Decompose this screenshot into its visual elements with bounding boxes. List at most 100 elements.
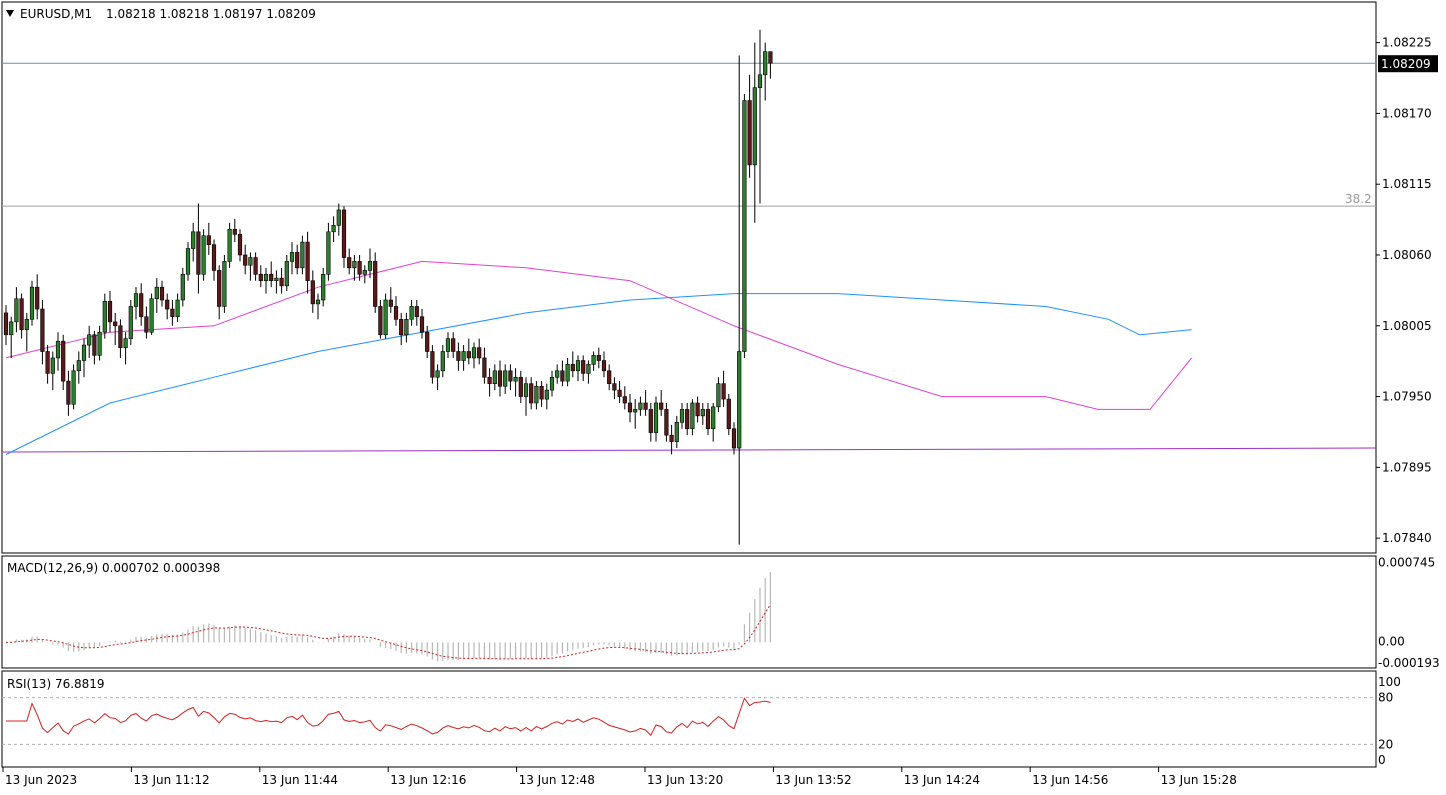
candle-bear bbox=[768, 51, 773, 64]
candle-bull bbox=[763, 51, 768, 76]
candle-bull bbox=[752, 87, 757, 166]
candle-bull bbox=[201, 235, 206, 275]
candle-bull bbox=[404, 319, 409, 336]
candle-bear bbox=[61, 340, 66, 382]
price-tick-label: 1.08115 bbox=[1382, 177, 1432, 191]
candle-bull bbox=[248, 257, 253, 266]
candle-bear bbox=[607, 370, 612, 384]
time-tick-label: 13 Jun 15:28 bbox=[1161, 773, 1237, 787]
candle-bull bbox=[638, 402, 643, 410]
candle-bear bbox=[721, 383, 726, 400]
price-tick-label: 1.08060 bbox=[1382, 248, 1432, 262]
candle-bear bbox=[269, 273, 274, 282]
candle bbox=[742, 94, 747, 358]
time-tick-label: 13 Jun 12:48 bbox=[519, 773, 595, 787]
candle-bear bbox=[596, 355, 601, 361]
time-tick-label: 13 Jun 2023 bbox=[5, 773, 77, 787]
candle-bull bbox=[362, 270, 367, 275]
candle-bear bbox=[664, 409, 669, 436]
rsi-tick-label: 20 bbox=[1378, 737, 1393, 751]
time-tick-label: 13 Jun 13:52 bbox=[775, 773, 851, 787]
candle-bear bbox=[419, 316, 425, 333]
candle bbox=[383, 293, 388, 339]
candle-bull bbox=[227, 228, 232, 262]
rsi-tick-label: 0 bbox=[1378, 753, 1386, 767]
candle-bull bbox=[679, 409, 685, 423]
candle-bull bbox=[586, 364, 591, 374]
candle-bear bbox=[451, 338, 456, 352]
candle-bear bbox=[196, 231, 201, 275]
rsi-label: RSI(13) 76.8819 bbox=[7, 677, 105, 691]
candle-bull bbox=[711, 406, 716, 430]
candle-bull bbox=[331, 225, 336, 233]
candle-bull bbox=[315, 299, 321, 305]
candle-bull bbox=[565, 364, 570, 382]
candle-bull bbox=[544, 389, 549, 400]
candle-bull bbox=[471, 347, 477, 359]
candle bbox=[373, 252, 378, 313]
rsi-pane[interactable]: RSI(13) 76.8819 bbox=[1, 670, 1377, 768]
candle-bull bbox=[409, 306, 414, 320]
candle-bear bbox=[581, 360, 586, 374]
candle-bear bbox=[217, 270, 222, 307]
candle-bull bbox=[191, 231, 196, 249]
macd-tick-label: 0.000745 bbox=[1378, 556, 1435, 570]
candle-bull bbox=[222, 261, 227, 307]
candle-bull bbox=[383, 299, 388, 336]
candle bbox=[726, 393, 731, 436]
candle-bear bbox=[399, 319, 404, 336]
candle-bear bbox=[341, 209, 347, 258]
candle-bull bbox=[128, 306, 133, 339]
time-tick-label: 13 Jun 14:24 bbox=[904, 773, 980, 787]
candle-bear bbox=[144, 316, 149, 333]
macd-pane[interactable]: MACD(12,26,9) 0.000702 0.000398 bbox=[1, 555, 1377, 669]
rsi-tick-label: 80 bbox=[1378, 691, 1393, 705]
candle-bear bbox=[165, 299, 170, 310]
symbol-label: EURUSD,M1 bbox=[20, 7, 92, 21]
candle-bull bbox=[757, 74, 763, 88]
candle-bear bbox=[617, 389, 622, 397]
time-tick-label: 13 Jun 11:12 bbox=[133, 773, 209, 787]
candle-bear bbox=[627, 402, 633, 413]
candle-bear bbox=[695, 402, 700, 417]
candle-bear bbox=[113, 321, 118, 327]
candle-bear bbox=[518, 376, 523, 397]
price-pane[interactable]: EURUSD,M1 1.08218 1.08218 1.08197 1.0820… bbox=[1, 1, 1377, 554]
candle-bull bbox=[274, 277, 279, 282]
candle-bear bbox=[295, 252, 300, 269]
candle bbox=[128, 300, 133, 346]
rsi-tick-label: 100 bbox=[1378, 675, 1401, 689]
price-tick-label: 1.08170 bbox=[1382, 106, 1432, 120]
fib-level-label: 38.2 bbox=[1345, 192, 1372, 206]
candle-bear bbox=[466, 351, 471, 359]
candle-bear bbox=[482, 357, 487, 378]
candle-bear bbox=[378, 306, 383, 336]
candle-bull bbox=[9, 321, 14, 336]
candle-bull bbox=[653, 402, 659, 433]
candle-bull bbox=[185, 248, 191, 275]
candle-bull bbox=[737, 351, 742, 449]
trading-chart[interactable]: EURUSD,M1 1.08218 1.08218 1.08197 1.0820… bbox=[0, 0, 1446, 795]
candle-bull bbox=[76, 360, 81, 372]
candle-bear bbox=[159, 286, 165, 301]
candle-bear bbox=[539, 385, 544, 400]
candle-bull bbox=[175, 299, 180, 318]
candle-bear bbox=[66, 380, 71, 405]
candle-bull bbox=[367, 261, 373, 271]
candle-bull bbox=[690, 402, 695, 430]
candle-bear bbox=[669, 434, 674, 442]
candle-bull bbox=[289, 252, 295, 262]
candle-bear bbox=[118, 325, 123, 348]
candle-bear bbox=[92, 334, 97, 356]
candle-bull bbox=[133, 293, 139, 307]
macd-axis: 0.000745 0.00 -0.000193 bbox=[1378, 556, 1440, 670]
candle-bear bbox=[425, 331, 430, 352]
macd-tick-label: 0.00 bbox=[1378, 634, 1405, 648]
candle-bull bbox=[549, 376, 555, 391]
candle bbox=[222, 254, 227, 313]
candle-bear bbox=[487, 376, 492, 384]
candle-bear bbox=[347, 257, 352, 269]
candle-bear bbox=[206, 235, 211, 245]
candle-bull bbox=[149, 298, 154, 333]
candle-bull bbox=[742, 100, 747, 352]
